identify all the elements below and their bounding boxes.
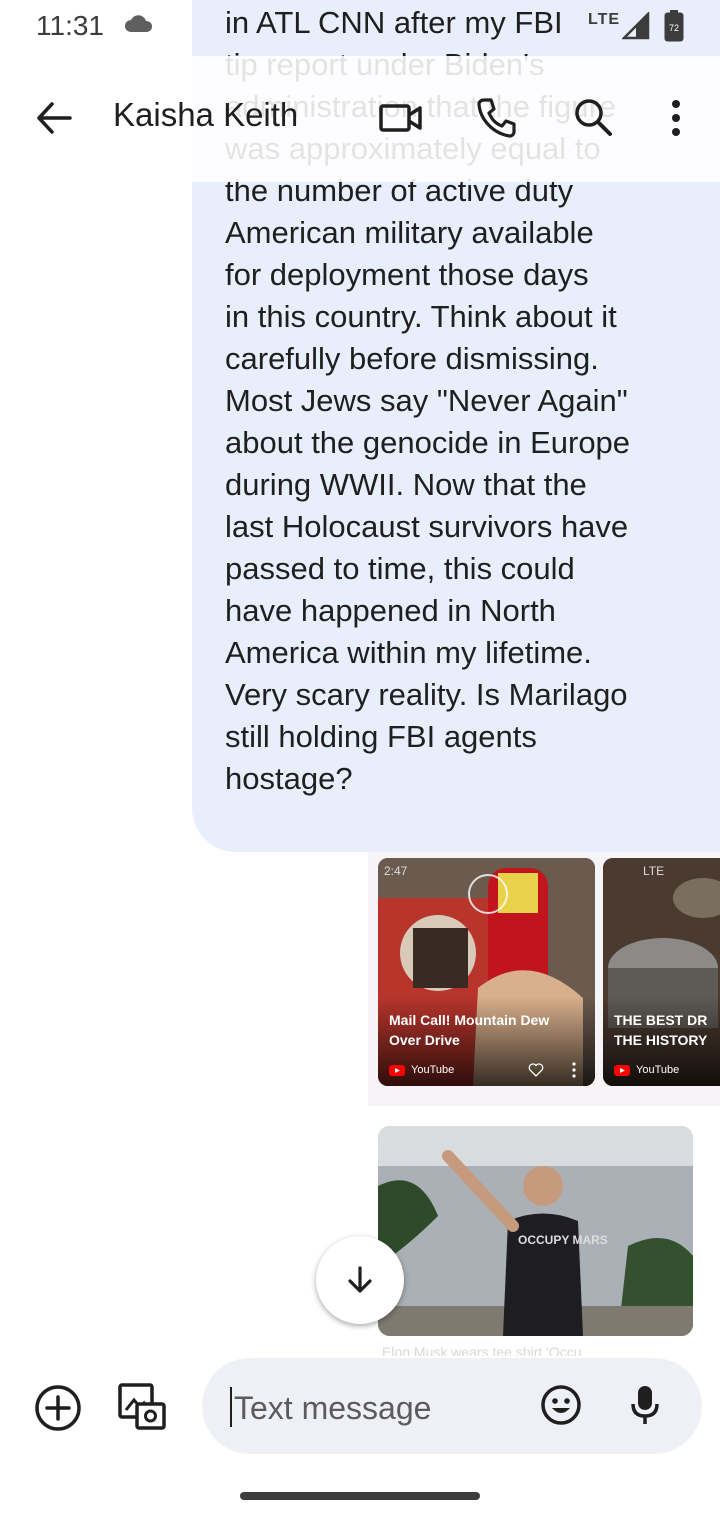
video-call-icon[interactable]: [378, 100, 424, 136]
signal-icon: [622, 12, 650, 40]
compose-bar: [0, 1356, 720, 1466]
arrow-down-icon: [348, 1266, 372, 1293]
message-line: about the genocide in Europe: [225, 425, 631, 460]
link-card-1[interactable]: 2:47 Mail Call! Mountain Dew Over Drive …: [378, 858, 595, 1086]
message-input-field[interactable]: [202, 1358, 702, 1454]
card-time: 2:47: [384, 864, 408, 878]
add-attachment-icon[interactable]: [34, 1384, 82, 1432]
message-line: hostage?: [225, 761, 353, 796]
youtube-icon: [614, 1064, 630, 1076]
contact-name: Kaisha Keith: [113, 96, 299, 133]
search-icon[interactable]: [572, 96, 614, 138]
message-line: still holding FBI agents: [225, 719, 537, 754]
status-bar: 11:31 LTE 72: [0, 0, 720, 56]
link-preview-strip[interactable]: 2:47 Mail Call! Mountain Dew Over Drive …: [368, 852, 720, 1106]
message-line: for deployment those days: [225, 257, 589, 292]
message-line: in this country. Think about it: [225, 299, 617, 334]
gesture-navigation-bar[interactable]: [240, 1492, 480, 1500]
message-input[interactable]: [232, 1382, 536, 1434]
shirt-text: OCCUPY MARS: [518, 1233, 608, 1247]
message-line: America within my lifetime.: [225, 635, 592, 670]
message-line: during WWII. Now that the: [225, 467, 587, 502]
message-line: last Holocaust survivors have: [225, 509, 629, 544]
phone-call-icon[interactable]: [476, 96, 518, 138]
message-line: have happened in North: [225, 593, 556, 628]
heart-icon[interactable]: [528, 1062, 544, 1078]
back-arrow-icon[interactable]: [34, 98, 74, 138]
card-status: LTE: [643, 864, 665, 878]
more-options-icon[interactable]: [666, 98, 686, 138]
scroll-to-bottom-button[interactable]: [316, 1236, 404, 1324]
status-time: 11:31: [36, 10, 104, 41]
network-label: LTE: [588, 11, 621, 28]
battery-level: 72: [669, 23, 679, 33]
message-line: American military available: [225, 215, 594, 250]
card-source: YouTube: [389, 1064, 454, 1076]
card-title: Mail Call! Mountain Dew Over Drive: [389, 1012, 550, 1048]
conversation-header: Kaisha Keith: [0, 56, 720, 182]
message-line: Most Jews say "Never Again": [225, 383, 628, 418]
battery-icon: 72: [664, 10, 684, 42]
card-title: THE BEST DR THE HISTORY: [614, 1012, 708, 1048]
cloud-icon: [125, 15, 153, 32]
play-icon[interactable]: [468, 874, 508, 914]
link-card-2[interactable]: LTE THE BEST DR THE HISTORY YouTube: [603, 858, 720, 1086]
card-source-label: YouTube: [411, 1064, 455, 1076]
gallery-camera-icon[interactable]: [117, 1382, 167, 1432]
emoji-icon[interactable]: [540, 1384, 582, 1426]
message-line: passed to time, this could: [225, 551, 575, 586]
microphone-icon[interactable]: [630, 1384, 660, 1426]
youtube-icon: [389, 1064, 405, 1076]
card-source-label: YouTube: [636, 1064, 680, 1076]
image-message[interactable]: OCCUPY MARS: [378, 1126, 693, 1336]
message-line: Very scary reality. Is Marilago: [225, 677, 628, 712]
card-more-icon[interactable]: [571, 1062, 577, 1078]
card-source: YouTube: [614, 1064, 679, 1076]
message-line: carefully before dismissing.: [225, 341, 599, 376]
photo-image: OCCUPY MARS: [378, 1126, 693, 1336]
